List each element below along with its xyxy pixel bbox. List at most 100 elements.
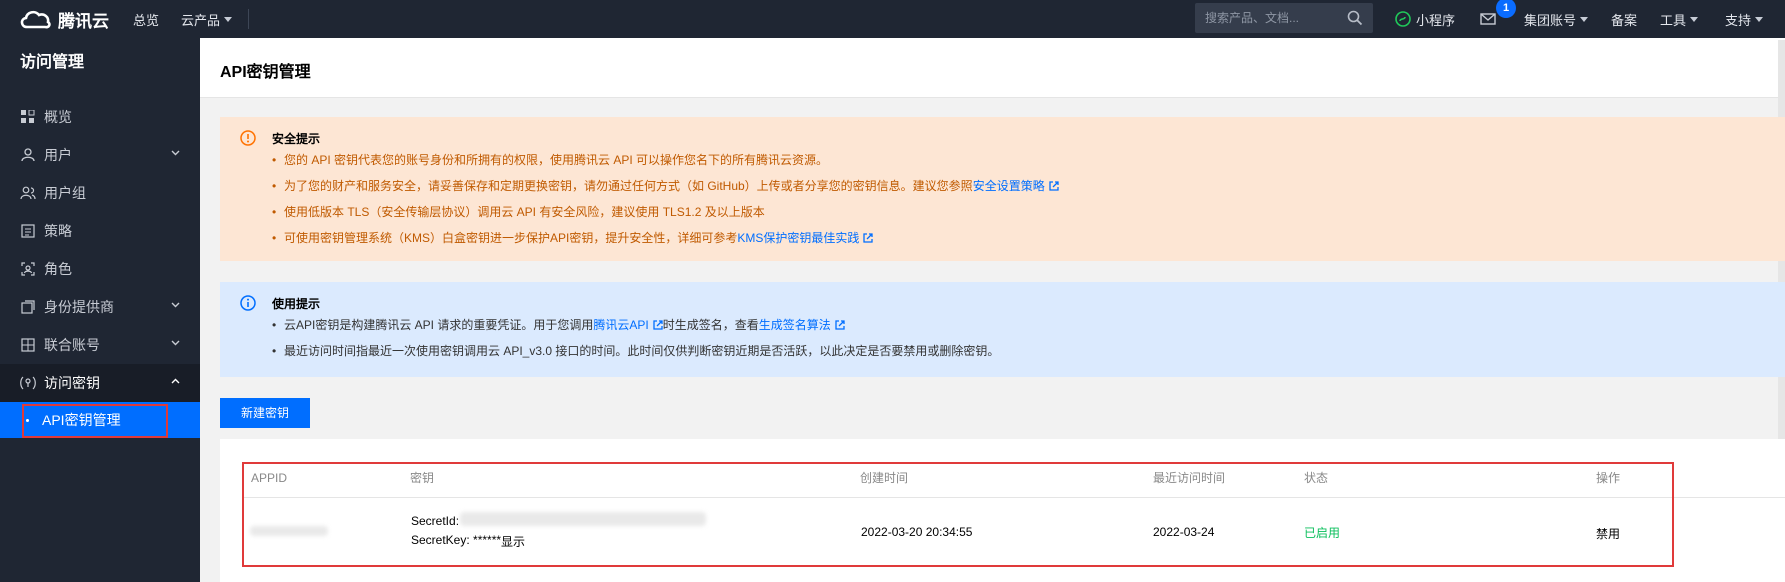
sidebar-item-users[interactable]: 用户 xyxy=(0,136,200,174)
table-header: APPID 密钥 创建时间 最近访问时间 状态 操作 xyxy=(242,462,1785,498)
search-box xyxy=(1195,3,1373,33)
miniprogram-label: 小程序 xyxy=(1416,12,1456,28)
beian-label: 备案 xyxy=(1611,12,1638,28)
chevron-down-icon xyxy=(224,16,233,22)
chevron-down-icon xyxy=(171,340,180,346)
user-icon xyxy=(20,147,36,163)
notice-text: 为了您的财产和服务安全，请妥善保存和定期更换密钥，请勿通过任何方式（如 GitH… xyxy=(284,179,973,193)
sidebar-item-roles[interactable]: 角色 xyxy=(0,250,200,288)
external-link-icon xyxy=(1049,181,1059,191)
sidebar-item-overview[interactable]: 概览 xyxy=(0,98,200,136)
sidebar-item-policies[interactable]: 策略 xyxy=(0,212,200,250)
key-table-panel xyxy=(220,439,1785,582)
warning-icon xyxy=(240,130,256,146)
secret-key-label: SecretKey: ****** xyxy=(411,533,502,547)
search-input[interactable] xyxy=(1205,11,1345,25)
mail-count-badge: 1 xyxy=(1496,0,1516,18)
notice-line: 云API密钥是构建腾讯云 API 请求的重要凭证。用于您调用腾讯云API 时生成签… xyxy=(272,312,1785,338)
sidebar-subitem-label: API密钥管理 xyxy=(42,412,121,428)
sidebar-item-user-groups[interactable]: 用户组 xyxy=(0,174,200,212)
notice-title: 使用提示 xyxy=(272,297,321,311)
sidebar-item-identity-providers[interactable]: 身份提供商 xyxy=(0,288,200,326)
sidebar-item-label: 联合账号 xyxy=(44,337,100,353)
created-time-cell: 2022-03-20 20:34:55 xyxy=(861,525,973,539)
column-header-actions: 操作 xyxy=(1596,471,1621,485)
grid-icon xyxy=(20,109,36,125)
tools-label: 工具 xyxy=(1660,12,1687,28)
miniprogram-link[interactable]: 小程序 xyxy=(1395,0,1455,38)
external-link-icon xyxy=(835,320,845,330)
sidebar-item-label: 概览 xyxy=(44,109,72,125)
bullet-dot xyxy=(26,419,29,422)
divider xyxy=(248,9,250,29)
signature-algorithm-link[interactable]: 生成签名算法 xyxy=(759,318,831,332)
search-icon[interactable] xyxy=(1347,10,1363,26)
new-key-button[interactable]: 新建密钥 xyxy=(220,398,310,428)
user-group-icon xyxy=(20,185,36,201)
mail-icon xyxy=(1480,13,1496,25)
sidebar-item-label: 身份提供商 xyxy=(44,299,114,315)
sidebar-subitem-api-key-management[interactable]: API密钥管理 xyxy=(0,402,200,438)
support-label: 支持 xyxy=(1725,12,1752,28)
notice-line: 使用低版本 TLS（安全传输层协议）调用云 API 有安全风险，建议使用 TLS… xyxy=(272,199,1785,225)
disable-key-link[interactable]: 禁用 xyxy=(1596,525,1620,542)
sidebar-item-label: 用户 xyxy=(44,147,72,163)
notice-text: 使用低版本 TLS（安全传输层协议）调用云 API 有安全风险，建议使用 TLS… xyxy=(284,205,765,219)
support-menu[interactable]: 支持 xyxy=(1725,0,1764,38)
identity-provider-icon xyxy=(20,299,36,315)
tencent-cloud-api-link[interactable]: 腾讯云API xyxy=(593,318,648,332)
chevron-down-icon xyxy=(1690,16,1699,22)
notice-line: 可使用密钥管理系统（KMS）白盒密钥进一步保护API密钥，提升安全性，详细可参考… xyxy=(272,225,1785,251)
external-link-icon xyxy=(653,320,663,330)
redacted-appid xyxy=(250,526,328,536)
security-settings-policy-link[interactable]: 安全设置策略 xyxy=(973,179,1045,193)
chevron-up-icon xyxy=(171,378,180,384)
sidebar-item-label: 角色 xyxy=(44,261,72,277)
chevron-down-icon xyxy=(1580,16,1589,22)
notice-text: 最近访问时间指最近一次使用密钥调用云 API_v3.0 接口的时间。此时间仅供判… xyxy=(284,344,1000,358)
tools-menu[interactable]: 工具 xyxy=(1660,0,1699,38)
tencent-cloud-logo[interactable]: 腾讯云 xyxy=(18,0,109,38)
account-menu[interactable]: 集团账号 xyxy=(1524,0,1589,38)
show-secret-key-link[interactable]: 显示 xyxy=(501,533,525,550)
column-header-appid: APPID xyxy=(251,471,288,485)
last-access-cell: 2022-03-24 xyxy=(1153,525,1215,539)
sidebar-item-label: 策略 xyxy=(44,223,72,239)
cloud-logo-icon xyxy=(20,10,51,29)
top-nav: 总览 云产品 xyxy=(133,0,250,38)
notice-text: 可使用密钥管理系统（KMS）白盒密钥进一步保护API密钥，提升安全性，详细可参考 xyxy=(284,231,738,245)
sidebar-item-label: 用户组 xyxy=(44,185,86,201)
usage-notice: 使用提示 云API密钥是构建腾讯云 API 请求的重要凭证。用于您调用腾讯云AP… xyxy=(220,282,1785,377)
kms-best-practice-link[interactable]: KMS保护密钥最佳实践 xyxy=(737,231,859,245)
page-header: API密钥管理 xyxy=(200,38,1785,98)
column-header-status: 状态 xyxy=(1304,471,1329,485)
info-icon xyxy=(240,295,256,311)
chevron-down-icon xyxy=(1755,16,1764,22)
column-header-last-access: 最近访问时间 xyxy=(1153,471,1226,485)
logo-text: 腾讯云 xyxy=(58,11,109,31)
nav-cloud-products[interactable]: 云产品 xyxy=(181,10,233,29)
security-notice: 安全提示 您的 API 密钥代表您的账号身份和所拥有的权限，使用腾讯云 API … xyxy=(220,117,1785,261)
redacted-secret-id xyxy=(460,512,706,526)
sidebar-item-access-keys[interactable]: 访问密钥 xyxy=(0,364,200,402)
top-navigation-bar: 腾讯云 总览 云产品 小程序 1 集团账号 备案 工具 支持 xyxy=(0,0,1785,38)
sidebar-item-federated-accounts[interactable]: 联合账号 xyxy=(0,326,200,364)
column-header-key: 密钥 xyxy=(410,471,435,485)
federated-account-icon xyxy=(20,337,36,353)
notice-title: 安全提示 xyxy=(272,132,321,146)
policy-icon xyxy=(20,223,36,239)
miniprogram-icon xyxy=(1395,11,1411,27)
notice-text: 时生成签名，查看 xyxy=(662,318,759,332)
mail-button[interactable] xyxy=(1480,0,1496,38)
role-icon xyxy=(20,261,36,277)
account-label: 集团账号 xyxy=(1524,12,1577,28)
notice-line: 为了您的财产和服务安全，请妥善保存和定期更换密钥，请勿通过任何方式（如 GitH… xyxy=(272,173,1785,199)
notice-text: 您的 API 密钥代表您的账号身份和所拥有的权限，使用腾讯云 API 可以操作您… xyxy=(284,153,829,167)
nav-overview[interactable]: 总览 xyxy=(133,10,159,29)
sidebar-title: 访问管理 xyxy=(20,54,85,71)
column-header-created-time: 创建时间 xyxy=(860,471,909,485)
beian-link[interactable]: 备案 xyxy=(1611,0,1637,38)
nav-overview-label: 总览 xyxy=(133,12,160,28)
chevron-down-icon xyxy=(171,302,180,308)
notice-line: 您的 API 密钥代表您的账号身份和所拥有的权限，使用腾讯云 API 可以操作您… xyxy=(272,147,1785,173)
